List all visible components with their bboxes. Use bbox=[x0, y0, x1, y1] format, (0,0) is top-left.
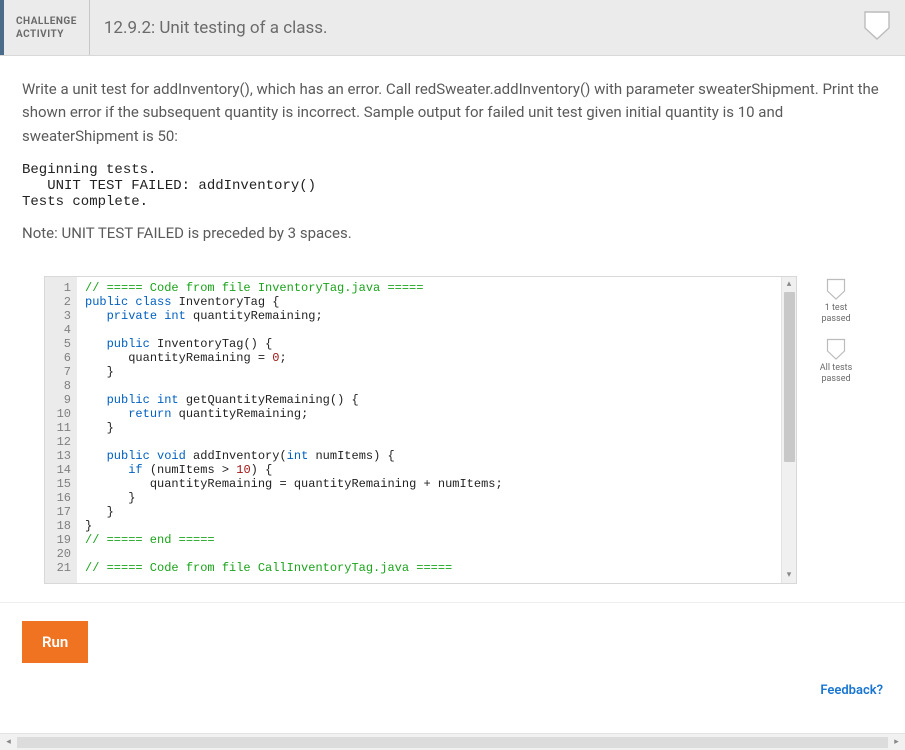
code-line: return quantityRemaining; bbox=[85, 407, 788, 421]
status-all-tests-line2: passed bbox=[821, 374, 850, 385]
challenge-title-text: Unit testing of a class. bbox=[159, 18, 327, 38]
feedback-link[interactable]: Feedback? bbox=[820, 683, 883, 698]
scroll-down-arrow-icon[interactable]: ▾ bbox=[782, 568, 797, 583]
shield-icon bbox=[826, 278, 846, 300]
code-line bbox=[85, 323, 788, 337]
header-status-badge bbox=[863, 0, 905, 55]
code-line: if (numItems > 10) { bbox=[85, 463, 788, 477]
code-line: public void addInventory(int numItems) { bbox=[85, 449, 788, 463]
code-area[interactable]: // ===== Code from file InventoryTag.jav… bbox=[77, 277, 796, 583]
line-number-gutter: 123456789101112131415161718192021 bbox=[45, 277, 77, 583]
run-button[interactable]: Run bbox=[22, 621, 88, 663]
status-one-test: 1 test passed bbox=[821, 278, 850, 325]
scroll-left-arrow-icon[interactable]: ◂ bbox=[0, 734, 17, 750]
sample-output: Beginning tests. UNIT TEST FAILED: addIn… bbox=[22, 162, 883, 210]
code-editor[interactable]: 123456789101112131415161718192021 // ===… bbox=[44, 276, 797, 584]
status-all-tests-line1: All tests bbox=[820, 363, 852, 374]
code-line: public InventoryTag() { bbox=[85, 337, 788, 351]
shield-icon bbox=[863, 10, 891, 40]
code-line: } bbox=[85, 421, 788, 435]
code-line: // ===== Code from file InventoryTag.jav… bbox=[85, 281, 788, 295]
challenge-badge-line1: CHALLENGE bbox=[16, 15, 77, 28]
editor-vertical-scrollbar[interactable]: ▴ ▾ bbox=[781, 277, 796, 583]
challenge-title: 12.9.2: Unit testing of a class. bbox=[90, 0, 342, 55]
challenge-number: 12.9.2: bbox=[104, 18, 155, 38]
code-line: // ===== end ===== bbox=[85, 533, 788, 547]
code-line: quantityRemaining = quantityRemaining + … bbox=[85, 477, 788, 491]
code-line: } bbox=[85, 519, 788, 533]
workspace: 123456789101112131415161718192021 // ===… bbox=[22, 276, 883, 584]
code-line bbox=[85, 379, 788, 393]
status-one-test-line1: 1 test bbox=[825, 303, 848, 314]
status-all-tests: All tests passed bbox=[820, 338, 852, 385]
code-line bbox=[85, 435, 788, 449]
status-column: 1 test passed All tests passed bbox=[811, 276, 861, 385]
code-line: } bbox=[85, 491, 788, 505]
code-line: private int quantityRemaining; bbox=[85, 309, 788, 323]
code-line: quantityRemaining = 0; bbox=[85, 351, 788, 365]
prompt-text: Write a unit test for addInventory(), wh… bbox=[22, 78, 883, 148]
scroll-thumb[interactable] bbox=[784, 292, 795, 462]
code-line: } bbox=[85, 505, 788, 519]
run-row: Run bbox=[0, 603, 905, 673]
code-line: public class InventoryTag { bbox=[85, 295, 788, 309]
scroll-up-arrow-icon[interactable]: ▴ bbox=[782, 277, 797, 292]
scroll-track[interactable] bbox=[782, 292, 797, 568]
code-line: public int getQuantityRemaining() { bbox=[85, 393, 788, 407]
code-line: } bbox=[85, 365, 788, 379]
status-one-test-line2: passed bbox=[821, 314, 850, 325]
challenge-header: CHALLENGE ACTIVITY 12.9.2: Unit testing … bbox=[0, 0, 905, 56]
hscroll-track[interactable] bbox=[17, 734, 888, 750]
horizontal-scrollbar[interactable]: ◂ ▸ bbox=[0, 733, 905, 750]
challenge-badge: CHALLENGE ACTIVITY bbox=[0, 0, 90, 55]
hscroll-thumb[interactable] bbox=[17, 737, 888, 748]
code-line bbox=[85, 547, 788, 561]
shield-icon bbox=[826, 338, 846, 360]
note-text: Note: UNIT TEST FAILED is preceded by 3 … bbox=[22, 224, 883, 242]
content-area: Write a unit test for addInventory(), wh… bbox=[0, 56, 905, 603]
challenge-badge-line2: ACTIVITY bbox=[16, 28, 77, 41]
feedback-row: Feedback? bbox=[0, 673, 905, 712]
code-line: // ===== Code from file CallInventoryTag… bbox=[85, 561, 788, 575]
scroll-right-arrow-icon[interactable]: ▸ bbox=[888, 734, 905, 750]
